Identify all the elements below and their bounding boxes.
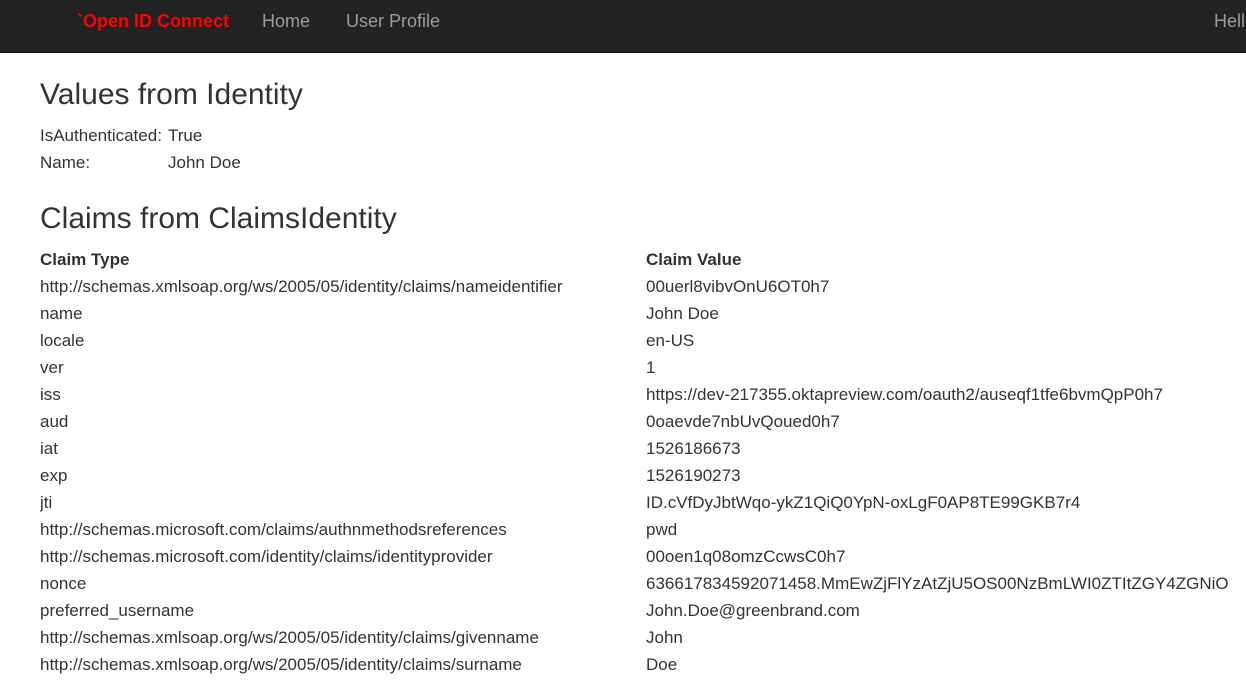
claim-type: http://schemas.microsoft.com/claims/auth…	[40, 520, 507, 539]
identity-heading: Values from Identity	[40, 78, 303, 111]
claim-value: John.Doe@greenbrand.com	[646, 601, 860, 620]
table-row: iss https://dev-217355.oktapreview.com/oa…	[40, 381, 1246, 408]
table-row: locale en-US	[40, 327, 1246, 354]
claim-type: iss	[40, 385, 61, 404]
table-row: nonce 636617834592071458.MmEwZjFlYzAtZjU5…	[40, 570, 1246, 597]
nav-greeting-link[interactable]: Hello	[1214, 11, 1246, 31]
table-row: http://schemas.microsoft.com/identity/cl…	[40, 543, 1246, 570]
nav-user-profile-link[interactable]: User Profile	[346, 11, 440, 31]
claim-type: nonce	[40, 574, 87, 593]
claim-value: 0oaevde7nbUvQoued0h7	[646, 412, 840, 431]
claim-type: exp	[40, 466, 68, 485]
claims-table: Claim Type Claim Value http://schemas.xm…	[40, 246, 1246, 678]
table-row: jti ID.cVfDyJbtWqo-ykZ1QiQ0YpN-oxLgF0AP8T…	[40, 489, 1246, 516]
claim-value: https://dev-217355.oktapreview.com/oauth…	[646, 385, 1163, 404]
claim-type: aud	[40, 412, 69, 431]
claim-type: name	[40, 304, 83, 323]
claim-type: ver	[40, 358, 64, 377]
claim-value: John Doe	[646, 304, 719, 323]
column-header-claim-value: Claim Value	[646, 250, 742, 269]
claim-type: http://schemas.xmlsoap.org/ws/2005/05/id…	[40, 655, 522, 674]
claim-value: en-US	[646, 331, 695, 350]
claim-type: http://schemas.xmlsoap.org/ws/2005/05/id…	[40, 277, 563, 296]
table-row: name John Doe	[40, 300, 1246, 327]
table-row: preferred_username John.Doe@greenbrand.co…	[40, 597, 1246, 624]
table-row: aud 0oaevde7nbUvQoued0h7	[40, 408, 1246, 435]
claim-type: jti	[40, 493, 53, 512]
identity-value: John Doe	[168, 153, 241, 172]
claim-value: 1526190273	[646, 466, 741, 485]
column-header-claim-type: Claim Type	[40, 250, 130, 269]
claim-value: 636617834592071458.MmEwZjFlYzAtZjU5OS00N…	[646, 574, 1229, 593]
claim-type: locale	[40, 331, 85, 350]
claim-type: preferred_username	[40, 601, 195, 620]
claim-value: pwd	[646, 520, 678, 539]
claims-heading: Claims from ClaimsIdentity	[40, 202, 397, 235]
claim-type: http://schemas.xmlsoap.org/ws/2005/05/id…	[40, 628, 539, 647]
claims-header-row: Claim Type Claim Value	[40, 246, 1246, 273]
identity-table: IsAuthenticated: True Name: John Doe	[40, 122, 241, 176]
table-row: exp 1526190273	[40, 462, 1246, 489]
identity-value: True	[168, 126, 203, 145]
brand-link[interactable]: `Open ID Connect	[77, 11, 229, 31]
identity-key: Name:	[40, 153, 91, 172]
identity-row: IsAuthenticated: True	[40, 122, 241, 149]
identity-key: IsAuthenticated:	[40, 126, 162, 145]
identity-row: Name: John Doe	[40, 149, 241, 176]
table-row: iat 1526186673	[40, 435, 1246, 462]
claim-value: ID.cVfDyJbtWqo-ykZ1QiQ0YpN-oxLgF0AP8TE99…	[646, 493, 1081, 512]
claim-value: 00oen1q08omzCcwsC0h7	[646, 547, 846, 566]
table-row: ver 1	[40, 354, 1246, 381]
claim-value: John	[646, 628, 683, 647]
table-row: http://schemas.xmlsoap.org/ws/2005/05/id…	[40, 651, 1246, 678]
claim-value: 1526186673	[646, 439, 741, 458]
claim-value: Doe	[646, 655, 678, 674]
navbar: `Open ID Connect Home User Profile Hello	[0, 0, 1246, 53]
table-row: http://schemas.xmlsoap.org/ws/2005/05/id…	[40, 624, 1246, 651]
claim-type: http://schemas.microsoft.com/identity/cl…	[40, 547, 493, 566]
claim-type: iat	[40, 439, 58, 458]
nav-home-link[interactable]: Home	[262, 11, 310, 31]
claim-value: 1	[646, 358, 656, 377]
table-row: http://schemas.microsoft.com/claims/auth…	[40, 516, 1246, 543]
claim-value: 00uerl8vibvOnU6OT0h7	[646, 277, 830, 296]
table-row: http://schemas.xmlsoap.org/ws/2005/05/id…	[40, 273, 1246, 300]
